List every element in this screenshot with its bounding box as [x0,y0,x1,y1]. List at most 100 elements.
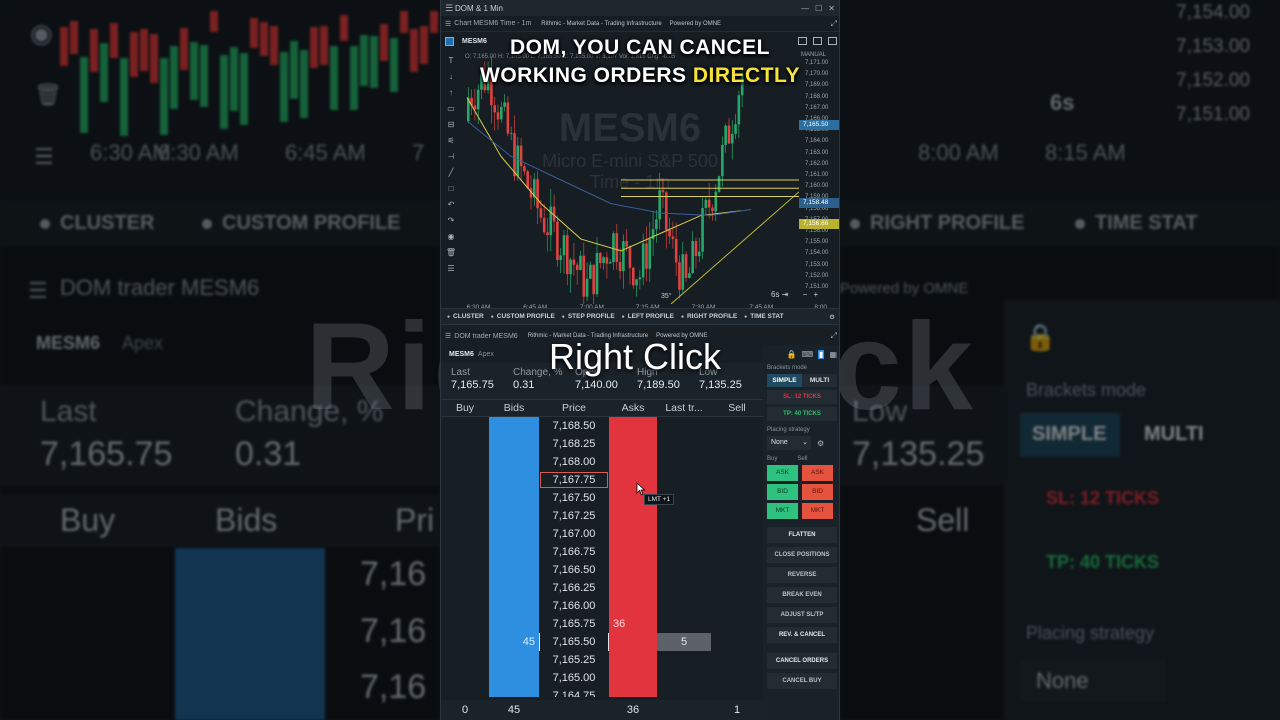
last-trade-cell[interactable] [657,669,711,687]
minimize-icon[interactable]: — [801,4,809,13]
last-trade-cell[interactable]: 5 [657,633,711,651]
maximize-icon[interactable]: ☐ [815,4,822,13]
cancel-buy-button[interactable]: CANCEL BUY [767,673,837,689]
sell-bid-button[interactable]: BID [802,484,833,500]
ladder-row[interactable]: 7,165.00 [441,669,763,687]
tab-right-profile[interactable]: RIGHT PROFILE [681,313,737,320]
last-trade-cell[interactable] [657,651,711,669]
last-trade-cell[interactable] [657,687,711,697]
undo-icon[interactable]: ↶ [448,200,455,210]
rev-cancel-button[interactable]: REV. & CANCEL [767,627,837,643]
zoom-out-icon[interactable]: − [803,290,808,299]
ladder-row[interactable]: 7,167.00 [441,525,763,543]
price-cell[interactable]: 7,164.75 [539,687,609,697]
redo-icon[interactable]: ↷ [448,216,455,226]
last-trade-cell[interactable] [657,471,711,489]
price-cell[interactable]: 7,167.75 [539,471,609,489]
ask-cell[interactable] [609,633,657,651]
last-trade-cell[interactable] [657,579,711,597]
bid-cell[interactable] [489,489,539,507]
ladder-row[interactable]: 7,166.50 [441,561,763,579]
price-cell[interactable]: 7,166.25 [539,579,609,597]
ladder-row[interactable]: 7,166.25 [441,579,763,597]
tab-left-profile[interactable]: LEFT PROFILE [622,313,674,320]
ladder-row[interactable]: 7,168.00 [441,453,763,471]
hline-tool-icon[interactable]: ⊣ [448,152,455,162]
price-cell[interactable]: 7,167.00 [539,525,609,543]
fib-tool-icon[interactable]: ⚟ [447,136,454,146]
bid-cell[interactable] [489,471,539,489]
last-trade-cell[interactable] [657,615,711,633]
ladder-row[interactable]: 7,166.75 [441,543,763,561]
last-trade-cell[interactable] [657,597,711,615]
price-cell[interactable]: 7,166.00 [539,597,609,615]
last-trade-cell[interactable] [657,507,711,525]
line-tool-icon[interactable]: ╱ [449,168,454,178]
ask-cell[interactable] [609,543,657,561]
price-cell[interactable]: 7,165.25 [539,651,609,669]
close-positions-button[interactable]: CLOSE POSITIONS [767,547,837,563]
expand-icon[interactable]: ⤢ [831,19,837,29]
interval-label[interactable]: 6s [771,290,779,299]
ask-cell[interactable] [609,579,657,597]
bid-cell[interactable] [489,417,539,435]
tab-cluster[interactable]: CLUSTER [447,313,484,320]
last-trade-cell[interactable] [657,453,711,471]
ask-cell[interactable]: 36 [609,615,657,633]
last-trade-cell[interactable] [657,561,711,579]
scroll-right-icon[interactable]: ⇥ [782,290,789,299]
ladder-row[interactable]: 7,165.75 36 [441,615,763,633]
ask-cell[interactable] [609,669,657,687]
price-cell[interactable]: 7,167.50 [539,489,609,507]
price-cell[interactable]: 7,167.25 [539,507,609,525]
list-icon[interactable]: ☰ [447,264,454,274]
buy-ask-button[interactable]: ASK [767,465,798,481]
candlestick-plot[interactable]: 35° [461,56,799,304]
ask-cell[interactable] [609,435,657,453]
menu-icon[interactable]: ☰ [445,3,455,14]
buy-mkt-button[interactable]: MKT [767,503,798,519]
ask-cell[interactable] [609,561,657,579]
strategy-gear-icon[interactable]: ⚙ [817,439,824,448]
sell-mkt-button[interactable]: MKT [802,503,833,519]
bid-cell[interactable] [489,453,539,471]
chart-menu-icon[interactable]: ☰ [445,20,451,28]
ladder-row[interactable]: 7,166.00 [441,597,763,615]
bid-cell[interactable] [489,651,539,669]
bid-cell[interactable] [489,669,539,687]
visibility-icon[interactable]: ◉ [448,232,455,242]
rect-tool-icon[interactable]: □ [449,184,454,194]
price-cell[interactable]: 7,168.50 [539,417,609,435]
ruler-tool-icon[interactable]: ▭ [447,104,455,114]
grid-icon[interactable]: ▦ [829,350,837,359]
bid-cell[interactable]: 45 [489,633,539,651]
ask-cell[interactable] [609,687,657,697]
ask-cell[interactable] [609,507,657,525]
tab-custom-profile[interactable]: CUSTOM PROFILE [491,313,555,320]
box-tool-icon[interactable]: ⊟ [448,120,455,130]
price-cell[interactable]: 7,168.25 [539,435,609,453]
adjust-sl-tp-button[interactable]: ADJUST SL/TP [767,607,837,623]
ask-cell[interactable] [609,453,657,471]
trash-icon[interactable]: 🗑 [446,248,456,258]
ladder-row[interactable]: 7,164.75 [441,687,763,697]
cancel-orders-button[interactable]: CANCEL ORDERS [767,653,837,669]
ladder-row[interactable]: 45 7,165.50 5 [441,633,763,651]
last-trade-cell[interactable] [657,417,711,435]
take-profit-button[interactable]: TP: 40 TICKS [767,407,837,421]
stop-loss-button[interactable]: SL: 12 TICKS [767,390,837,404]
buy-bid-button[interactable]: BID [767,484,798,500]
ladder-row[interactable]: 7,167.50 [441,489,763,507]
bid-cell[interactable] [489,597,539,615]
flatten-button[interactable]: FLATTEN [767,527,837,543]
ask-cell[interactable] [609,471,657,489]
bid-cell[interactable] [489,687,539,697]
last-trade-cell[interactable] [657,435,711,453]
price-cell[interactable]: 7,168.00 [539,453,609,471]
tab-time-stat[interactable]: TIME STAT [744,313,783,320]
sell-ask-button[interactable]: ASK [802,465,833,481]
ladder-row[interactable]: 7,167.75 [441,471,763,489]
gear-icon[interactable]: ⚙ [826,313,839,321]
bid-cell[interactable] [489,543,539,561]
price-cell[interactable]: 7,165.00 [539,669,609,687]
